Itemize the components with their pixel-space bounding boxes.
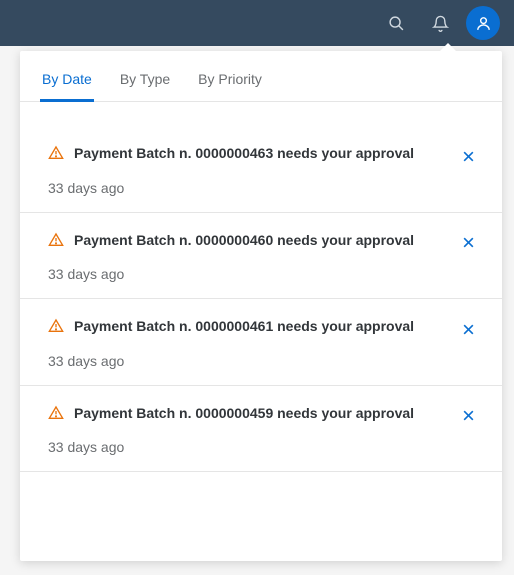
notifications-button[interactable] [422, 5, 458, 41]
warning-icon [48, 145, 64, 166]
tab-by-date[interactable]: By Date [42, 71, 92, 101]
search-icon [388, 15, 405, 32]
search-button[interactable] [378, 5, 414, 41]
notification-content: Payment Batch n. 0000000463 needs your a… [74, 144, 480, 196]
notification-time: 33 days ago [48, 353, 440, 369]
notification-item[interactable]: Payment Batch n. 0000000461 needs your a… [20, 299, 502, 386]
notification-list: Payment Batch n. 0000000463 needs your a… [20, 102, 502, 472]
user-avatar-button[interactable] [466, 6, 500, 40]
warning-icon [48, 232, 64, 253]
warning-icon [48, 405, 64, 426]
notification-time: 33 days ago [48, 266, 440, 282]
tab-by-type[interactable]: By Type [120, 71, 170, 101]
close-icon [462, 236, 475, 249]
close-icon [462, 409, 475, 422]
bell-icon [432, 15, 449, 32]
dismiss-button[interactable] [458, 319, 478, 339]
dismiss-button[interactable] [458, 233, 478, 253]
filter-tabs: By Date By Type By Priority [20, 51, 502, 102]
notification-content: Payment Batch n. 0000000460 needs your a… [74, 231, 480, 283]
notification-item[interactable]: Payment Batch n. 0000000459 needs your a… [20, 386, 502, 473]
notification-item[interactable]: Payment Batch n. 0000000460 needs your a… [20, 213, 502, 300]
notification-content: Payment Batch n. 0000000459 needs your a… [74, 404, 480, 456]
dismiss-button[interactable] [458, 146, 478, 166]
notification-item[interactable]: Payment Batch n. 0000000463 needs your a… [20, 126, 502, 213]
warning-icon [48, 318, 64, 339]
header-bar [0, 0, 514, 46]
notification-title: Payment Batch n. 0000000460 needs your a… [74, 231, 440, 251]
notification-title: Payment Batch n. 0000000463 needs your a… [74, 144, 440, 164]
dismiss-button[interactable] [458, 406, 478, 426]
person-icon [475, 15, 492, 32]
notification-time: 33 days ago [48, 180, 440, 196]
notification-content: Payment Batch n. 0000000461 needs your a… [74, 317, 480, 369]
notification-time: 33 days ago [48, 439, 440, 455]
close-icon [462, 323, 475, 336]
notification-title: Payment Batch n. 0000000461 needs your a… [74, 317, 440, 337]
tab-by-priority[interactable]: By Priority [198, 71, 262, 101]
notifications-popover: By Date By Type By Priority Payment Batc… [20, 51, 502, 561]
notification-title: Payment Batch n. 0000000459 needs your a… [74, 404, 440, 424]
close-icon [462, 150, 475, 163]
